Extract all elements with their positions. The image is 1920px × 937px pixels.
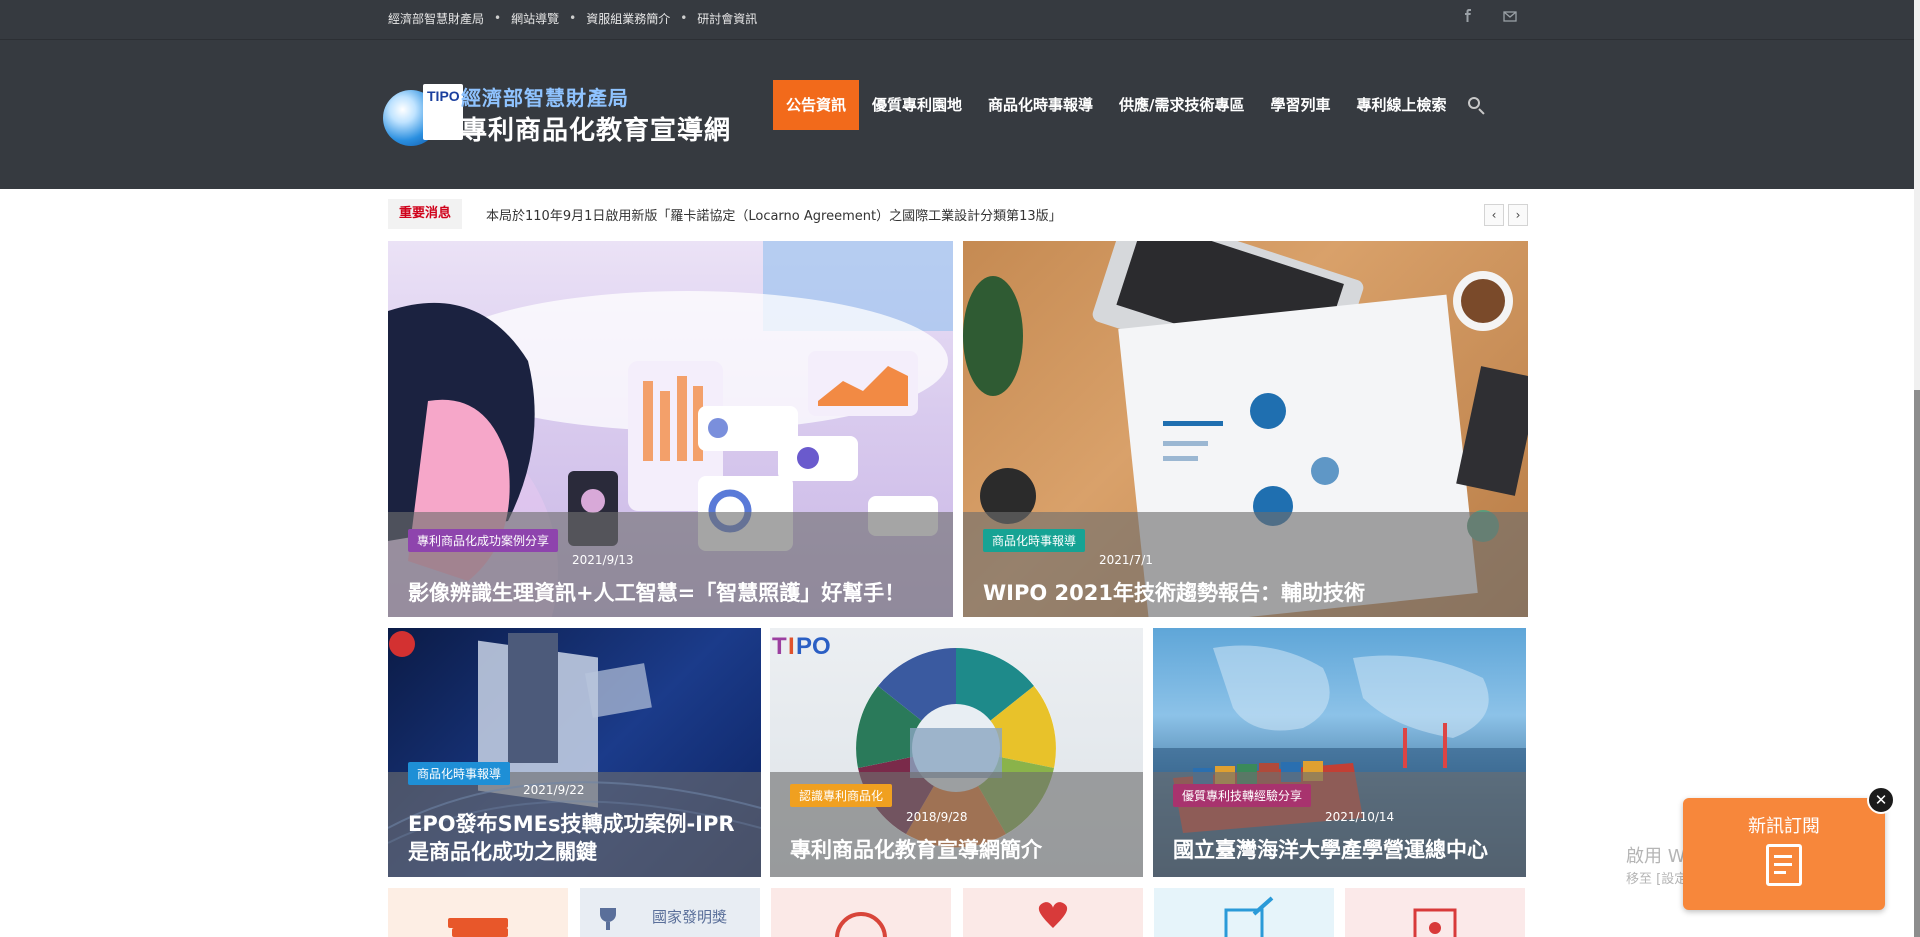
separator-dot: • bbox=[680, 11, 688, 25]
category-label: 專利商品化成功案例分享 bbox=[417, 534, 550, 548]
category-label: 認識專利商品化 bbox=[799, 789, 884, 803]
subscribe-widget[interactable]: 新訊訂閱 bbox=[1683, 798, 1885, 910]
post-date: 2021/9/13 bbox=[572, 553, 634, 567]
tile-label: 國家發明獎 bbox=[652, 908, 728, 926]
chevron-right-icon[interactable]: › bbox=[1508, 204, 1528, 226]
category-badge[interactable]: 認識專利商品化 bbox=[790, 784, 893, 807]
quick-link-tile[interactable]: 國家發明獎 bbox=[580, 888, 760, 937]
category-label: 商品化時事報導 bbox=[992, 534, 1077, 548]
feature-card[interactable]: T I PO 認識專利商品化 2018/9/28 專利商品化教育宣導網簡介 bbox=[770, 628, 1143, 877]
search-icon[interactable] bbox=[1464, 93, 1488, 117]
separator-dot: • bbox=[569, 11, 577, 25]
news-ticker: 重要消息 本局於110年9月1日啟用新版「羅卡諾協定（Locarno Agree… bbox=[388, 199, 1528, 229]
document-icon bbox=[1766, 844, 1802, 886]
nav-item-news[interactable]: 商品化時事報導 bbox=[975, 80, 1106, 130]
utility-link-seminars[interactable]: 研討會資訊 bbox=[697, 10, 757, 27]
feature-card[interactable]: 專利商品化成功案例分享 2021/9/13 影像辨識生理資訊+人工智慧=「智慧照… bbox=[388, 241, 953, 617]
category-label: 商品化時事報導 bbox=[417, 767, 502, 781]
facebook-icon[interactable] bbox=[1460, 8, 1476, 24]
edit-doc-icon bbox=[1224, 896, 1274, 937]
svg-text:T: T bbox=[772, 633, 787, 660]
category-badge[interactable]: 商品化時事報導 bbox=[983, 529, 1086, 552]
utility-links: 經濟部智慧財產局 • 網站導覽 • 資服組業務簡介 • 研討會資訊 bbox=[388, 0, 757, 36]
logo-line-2: 專利商品化教育宣導網 bbox=[461, 116, 732, 146]
scrollbar-thumb[interactable] bbox=[1914, 390, 1920, 937]
post-title[interactable]: EPO發布SMEs技轉成功案例-IPR是商品化成功之關鍵 bbox=[408, 810, 748, 866]
trophy-icon bbox=[600, 908, 616, 930]
nav-item-quality-patents[interactable]: 優質專利園地 bbox=[859, 80, 975, 130]
logo-badge-text: TIPO bbox=[427, 88, 460, 104]
subscribe-label: 新訊訂閱 bbox=[1748, 816, 1820, 837]
svg-text:PO: PO bbox=[796, 633, 831, 660]
ticker-arrows: ‹ › bbox=[1484, 204, 1528, 226]
quick-link-tile[interactable] bbox=[1154, 888, 1334, 937]
post-title[interactable]: 國立臺灣海洋大學產學營運總中心 bbox=[1173, 836, 1513, 864]
utility-link-tipo[interactable]: 經濟部智慧財產局 bbox=[388, 10, 484, 27]
ticker-tag: 重要消息 bbox=[388, 199, 463, 229]
site-header: TIPO 經濟部智慧財產局 專利商品化教育宣導網 公告資訊 優質專利園地 商品化… bbox=[0, 40, 1920, 189]
utility-link-sitemap[interactable]: 網站導覽 bbox=[511, 10, 559, 27]
id-card-icon bbox=[1413, 908, 1457, 937]
logo-badge: TIPO bbox=[423, 84, 463, 140]
quick-link-tile[interactable] bbox=[771, 888, 951, 937]
nav-item-learning[interactable]: 學習列車 bbox=[1258, 80, 1344, 130]
nav-item-supply-demand[interactable]: 供應/需求技術專區 bbox=[1106, 80, 1257, 130]
chevron-left-icon[interactable]: ‹ bbox=[1484, 204, 1504, 226]
feature-card[interactable]: 優質專利技轉經驗分享 2021/10/14 國立臺灣海洋大學產學營運總中心 bbox=[1153, 628, 1526, 877]
top-utility-bar: 經濟部智慧財產局 • 網站導覽 • 資服組業務簡介 • 研討會資訊 bbox=[0, 0, 1920, 40]
svg-text:I: I bbox=[788, 633, 795, 660]
quick-link-tile[interactable] bbox=[1345, 888, 1525, 937]
post-title[interactable]: 影像辨識生理資訊+人工智慧=「智慧照護」好幫手！ bbox=[408, 579, 938, 607]
nav-item-announcements[interactable]: 公告資訊 bbox=[773, 80, 860, 130]
post-title[interactable]: WIPO 2021年技術趨勢報告：輔助技術 bbox=[983, 579, 1513, 607]
post-title[interactable]: 專利商品化教育宣導網簡介 bbox=[790, 836, 1130, 864]
mail-icon[interactable] bbox=[1502, 8, 1518, 24]
category-badge[interactable]: 專利商品化成功案例分享 bbox=[408, 529, 559, 552]
category-badge[interactable]: 優質專利技轉經驗分享 bbox=[1173, 784, 1312, 807]
feature-card[interactable]: 商品化時事報導 2021/9/22 EPO發布SMEs技轉成功案例-IPR是商品… bbox=[388, 628, 761, 877]
books-icon bbox=[448, 918, 508, 937]
category-badge[interactable]: 商品化時事報導 bbox=[408, 762, 511, 785]
close-icon[interactable]: ✕ bbox=[1867, 786, 1895, 814]
ticker-text[interactable]: 本局於110年9月1日啟用新版「羅卡諾協定（Locarno Agreement）… bbox=[486, 199, 1062, 229]
post-date: 2018/9/28 bbox=[906, 810, 968, 824]
separator-dot: • bbox=[494, 11, 502, 25]
post-date: 2021/9/22 bbox=[523, 783, 585, 797]
logo-line-1: 經濟部智慧財產局 bbox=[461, 86, 629, 110]
quick-link-tile[interactable] bbox=[388, 888, 568, 937]
site-logo[interactable]: TIPO 經濟部智慧財產局 專利商品化教育宣導網 bbox=[383, 78, 753, 156]
quick-link-tile[interactable] bbox=[963, 888, 1143, 937]
page-scrollbar[interactable] bbox=[1914, 0, 1920, 937]
post-date: 2021/7/1 bbox=[1099, 553, 1153, 567]
feature-card[interactable]: 商品化時事報導 2021/7/1 WIPO 2021年技術趨勢報告：輔助技術 bbox=[963, 241, 1528, 617]
social-links bbox=[1460, 8, 1518, 24]
main-nav: 公告資訊 優質專利園地 商品化時事報導 供應/需求技術專區 學習列車 專利線上檢… bbox=[773, 80, 1488, 130]
nav-item-patent-search[interactable]: 專利線上檢索 bbox=[1344, 80, 1460, 130]
post-date: 2021/10/14 bbox=[1325, 810, 1395, 824]
utility-link-services[interactable]: 資服組業務簡介 bbox=[586, 10, 670, 27]
category-label: 優質專利技轉經驗分享 bbox=[1182, 789, 1303, 803]
globe-icon bbox=[835, 912, 887, 937]
heart-hands-icon bbox=[1038, 902, 1068, 928]
